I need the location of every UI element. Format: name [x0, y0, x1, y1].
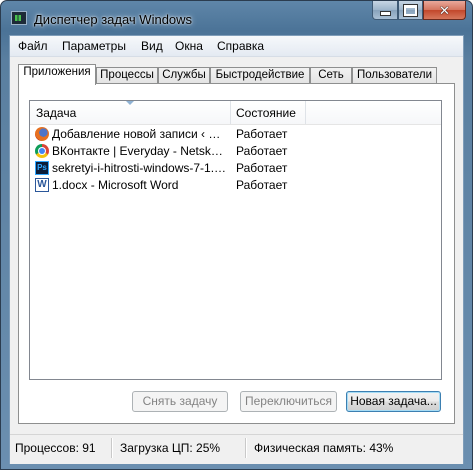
table-row[interactable]: W 1.docx - Microsoft Word Работает	[30, 177, 441, 194]
menu-windows[interactable]: Окна	[175, 39, 203, 53]
column-divider[interactable]	[305, 101, 306, 124]
window-title: Диспетчер задач Windows	[34, 12, 193, 27]
client-area: Файл Параметры Вид Окна Справка Приложен…	[9, 35, 464, 464]
chrome-icon	[35, 144, 49, 158]
task-status: Работает	[236, 144, 288, 158]
task-name: 1.docx - Microsoft Word	[52, 178, 179, 192]
menu-help[interactable]: Справка	[217, 39, 264, 53]
status-divider	[245, 438, 246, 458]
table-row[interactable]: Ps sekretyi-i-hitrosti-windows-7-1.jp...…	[30, 160, 441, 177]
new-task-button[interactable]: Новая задача...	[346, 391, 441, 412]
close-icon: ✕	[439, 2, 450, 18]
table-row[interactable]: Добавление новой записи ‹ Bes... Работае…	[30, 126, 441, 143]
task-manager-app-icon[interactable]	[11, 11, 27, 25]
firefox-icon	[35, 127, 49, 141]
switch-to-button[interactable]: Переключиться	[240, 391, 337, 412]
column-divider[interactable]	[230, 101, 231, 124]
task-status: Работает	[236, 178, 288, 192]
task-list[interactable]: Задача Состояние Добавление новой записи…	[29, 100, 442, 380]
status-divider	[111, 438, 112, 458]
tab-users[interactable]: Пользователи	[352, 67, 437, 84]
task-status: Работает	[236, 127, 288, 141]
word-icon: W	[35, 178, 49, 192]
minimize-icon	[379, 10, 391, 16]
task-name: sekretyi-i-hitrosti-windows-7-1.jp...	[52, 161, 228, 175]
menu-bar: Файл Параметры Вид Окна Справка	[10, 36, 463, 57]
tab-services[interactable]: Службы	[158, 67, 210, 84]
task-manager-window: Диспетчер задач Windows ✕ Файл Параметры…	[0, 0, 473, 470]
list-header: Задача Состояние	[30, 101, 441, 125]
tab-performance[interactable]: Быстродействие	[210, 67, 310, 84]
photoshop-icon: Ps	[35, 161, 49, 175]
cpu-usage: Загрузка ЦП: 25%	[120, 441, 221, 455]
menu-options[interactable]: Параметры	[62, 39, 126, 53]
sort-indicator-icon	[126, 101, 134, 105]
maximize-button[interactable]	[398, 1, 423, 20]
minimize-button[interactable]	[372, 1, 398, 20]
menu-view[interactable]: Вид	[141, 39, 163, 53]
close-button[interactable]: ✕	[423, 1, 466, 20]
end-task-button[interactable]: Снять задачу	[132, 391, 228, 412]
caption-buttons: ✕	[372, 1, 466, 21]
table-row[interactable]: ВКонтакте | Everyday - Netsky -... Работ…	[30, 143, 441, 160]
process-count: Процессов: 91	[15, 441, 96, 455]
maximize-icon	[404, 4, 417, 16]
tab-processes[interactable]: Процессы	[96, 67, 158, 84]
title-bar[interactable]: Диспетчер задач Windows ✕	[1, 1, 472, 35]
task-name: Добавление новой записи ‹ Bes...	[52, 127, 228, 141]
column-header-status[interactable]: Состояние	[236, 106, 296, 120]
column-header-task[interactable]: Задача	[36, 106, 76, 120]
menu-file[interactable]: Файл	[18, 39, 48, 53]
task-status: Работает	[236, 161, 288, 175]
task-name: ВКонтакте | Everyday - Netsky -...	[52, 144, 228, 158]
physical-memory: Физическая память: 43%	[254, 441, 394, 455]
tab-applications[interactable]: Приложения	[18, 64, 96, 85]
tab-network[interactable]: Сеть	[310, 67, 352, 84]
status-bar: Процессов: 91 Загрузка ЦП: 25% Физическа…	[10, 434, 463, 464]
